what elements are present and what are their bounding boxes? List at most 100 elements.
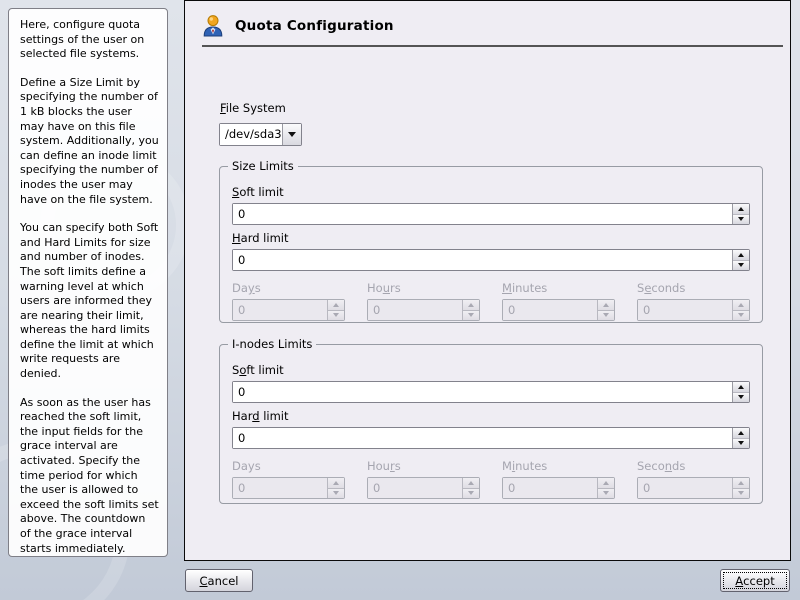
arrow-up-icon [333, 481, 339, 485]
spin-down-button [733, 310, 749, 321]
arrow-up-icon [738, 207, 744, 211]
size-minutes-spinbox: 0 [502, 299, 615, 321]
inode-seconds-input: 0 [638, 478, 732, 498]
spin-up-button[interactable] [733, 382, 749, 392]
inode-limits-legend: I-nodes Limits [228, 337, 316, 351]
size-seconds-input: 0 [638, 300, 732, 320]
spin-down-button [598, 310, 614, 321]
inode-soft-limit-input[interactable]: 0 [233, 382, 732, 402]
inode-soft-limit-label: Soft limit [232, 363, 750, 377]
size-minutes-input: 0 [503, 300, 597, 320]
inode-seconds-spinbox: 0 [637, 477, 750, 499]
size-hours-input: 0 [368, 300, 462, 320]
arrow-down-icon [468, 313, 474, 317]
arrow-down-icon [738, 395, 744, 399]
arrow-down-icon [333, 491, 339, 495]
size-limits-group: Size Limits Soft limit 0 Hard limit 0 [219, 166, 763, 323]
panel-header: Quota Configuration [201, 12, 394, 40]
arrow-down-icon [738, 441, 744, 445]
arrow-up-icon [738, 385, 744, 389]
size-soft-limit-input[interactable]: 0 [233, 204, 732, 224]
inode-hours-spinbox: 0 [367, 477, 480, 499]
arrow-up-icon [603, 303, 609, 307]
help-sidebar: Here, configure quota settings of the us… [0, 0, 184, 600]
size-seconds-spinbox: 0 [637, 299, 750, 321]
inode-minutes-spinbox: 0 [502, 477, 615, 499]
size-hours-label: Hours [367, 281, 480, 295]
spin-up-button[interactable] [733, 428, 749, 438]
inode-hours-input: 0 [368, 478, 462, 498]
spin-up-button [733, 478, 749, 488]
help-paragraph: As soon as the user has reached the soft… [20, 396, 159, 557]
spin-down-button [328, 310, 344, 321]
inode-days-input: 0 [233, 478, 327, 498]
help-paragraph: You can specify both Soft and Hard Limit… [20, 221, 159, 382]
arrow-down-icon [738, 217, 744, 221]
file-system-dropdown-button[interactable] [282, 124, 301, 145]
page-title: Quota Configuration [235, 18, 394, 34]
arrow-down-icon [603, 491, 609, 495]
help-panel: Here, configure quota settings of the us… [8, 8, 168, 557]
spin-down-button[interactable] [733, 214, 749, 225]
spin-up-button[interactable] [733, 250, 749, 260]
arrow-up-icon [738, 303, 744, 307]
file-system-label: File System [220, 101, 286, 115]
cancel-button[interactable]: Cancel [185, 569, 253, 592]
spin-up-button [733, 300, 749, 310]
size-hard-limit-spinbox[interactable]: 0 [232, 249, 750, 271]
inode-minutes-label: Minutes [502, 459, 615, 473]
arrow-up-icon [468, 303, 474, 307]
chevron-down-icon [288, 132, 296, 137]
inode-hard-limit-spinbox[interactable]: 0 [232, 427, 750, 449]
size-days-input: 0 [233, 300, 327, 320]
size-hard-limit-input[interactable]: 0 [233, 250, 732, 270]
spin-up-button [463, 300, 479, 310]
accept-button[interactable]: Accept [720, 569, 790, 592]
size-days-spinbox: 0 [232, 299, 345, 321]
spin-up-button [598, 478, 614, 488]
arrow-down-icon [738, 313, 744, 317]
spin-down-button [328, 488, 344, 499]
arrow-down-icon [738, 491, 744, 495]
arrow-down-icon [468, 491, 474, 495]
user-icon [201, 14, 225, 38]
main-panel: Quota Configuration File System /dev/sda… [184, 0, 791, 561]
file-system-combobox[interactable]: /dev/sda3 [219, 123, 302, 146]
inode-soft-limit-spinbox[interactable]: 0 [232, 381, 750, 403]
spin-up-button[interactable] [733, 204, 749, 214]
arrow-up-icon [333, 303, 339, 307]
size-hours-spinbox: 0 [367, 299, 480, 321]
size-limits-legend: Size Limits [228, 159, 298, 173]
arrow-up-icon [738, 253, 744, 257]
quota-configuration-window: { "colors": { "panel_bg": "#efedf3", "wi… [0, 0, 800, 600]
inode-days-spinbox: 0 [232, 477, 345, 499]
spin-down-button [463, 488, 479, 499]
spin-down-button [463, 310, 479, 321]
spin-up-button [598, 300, 614, 310]
arrow-up-icon [468, 481, 474, 485]
spin-down-button [598, 488, 614, 499]
spin-up-button [328, 300, 344, 310]
inode-minutes-input: 0 [503, 478, 597, 498]
spin-down-button[interactable] [733, 260, 749, 271]
inode-hard-limit-input[interactable]: 0 [233, 428, 732, 448]
arrow-up-icon [603, 481, 609, 485]
arrow-up-icon [738, 481, 744, 485]
inode-hours-label: Hours [367, 459, 480, 473]
inode-days-label: Days [232, 459, 345, 473]
arrow-up-icon [738, 431, 744, 435]
size-soft-limit-spinbox[interactable]: 0 [232, 203, 750, 225]
size-seconds-label: Seconds [637, 281, 750, 295]
spin-down-button [733, 488, 749, 499]
spin-down-button[interactable] [733, 392, 749, 403]
arrow-down-icon [333, 313, 339, 317]
arrow-down-icon [603, 313, 609, 317]
help-paragraph: Here, configure quota settings of the us… [20, 18, 159, 62]
help-paragraph: Define a Size Limit by specifying the nu… [20, 76, 159, 207]
spin-down-button[interactable] [733, 438, 749, 449]
file-system-value[interactable]: /dev/sda3 [220, 124, 282, 145]
header-divider [202, 45, 783, 47]
size-minutes-label: Minutes [502, 281, 615, 295]
inode-grace-interval-row: Days 0 Hours 0 [232, 459, 750, 499]
size-days-label: Days [232, 281, 345, 295]
